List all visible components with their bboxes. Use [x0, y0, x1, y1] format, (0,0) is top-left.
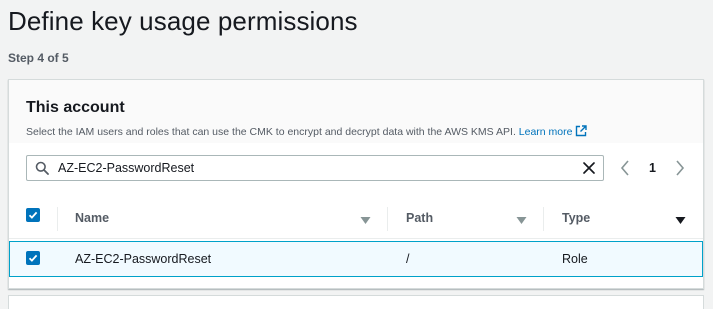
search-value: AZ-EC2-PasswordReset [58, 161, 195, 175]
column-header-type[interactable]: Type [562, 211, 590, 225]
chevron-right-icon[interactable] [675, 160, 685, 181]
next-panel-edge [8, 295, 704, 309]
external-link-icon [575, 125, 588, 140]
page-title: Define key usage permissions [8, 6, 358, 36]
panel-description: Select the IAM users and roles that can … [26, 125, 588, 140]
cell-path: / [406, 252, 410, 266]
cell-type: Role [562, 252, 588, 266]
column-separator [543, 207, 544, 231]
panel-title: This account [26, 99, 125, 116]
table-row[interactable]: AZ-EC2-PasswordReset / Role [9, 241, 703, 277]
select-all-checkbox[interactable] [26, 208, 40, 222]
learn-more-label: Learn more [518, 126, 573, 138]
step-indicator: Step 4 of 5 [8, 51, 69, 65]
sort-icon[interactable] [360, 212, 371, 230]
table-header: Name Path Type [9, 199, 703, 239]
search-icon [35, 161, 49, 180]
column-header-name[interactable]: Name [75, 211, 109, 225]
checkmark-icon [28, 211, 38, 219]
panel-description-text: Select the IAM users and roles that can … [26, 126, 516, 138]
learn-more-link[interactable]: Learn more [518, 125, 588, 140]
search-input[interactable]: AZ-EC2-PasswordReset [26, 155, 604, 181]
chevron-left-icon[interactable] [620, 160, 630, 181]
pagination-current-page[interactable]: 1 [649, 161, 656, 175]
sort-icon[interactable] [516, 212, 527, 230]
panel-header: This account Select the IAM users and ro… [9, 80, 703, 143]
column-separator [387, 207, 388, 231]
this-account-panel: This account Select the IAM users and ro… [8, 79, 704, 289]
checkmark-icon [28, 254, 38, 262]
row-checkbox[interactable] [26, 251, 40, 265]
clear-icon[interactable] [582, 161, 596, 180]
column-separator [57, 207, 58, 231]
column-header-path[interactable]: Path [406, 211, 433, 225]
cell-name: AZ-EC2-PasswordReset [75, 252, 212, 266]
sort-icon[interactable] [675, 212, 686, 230]
